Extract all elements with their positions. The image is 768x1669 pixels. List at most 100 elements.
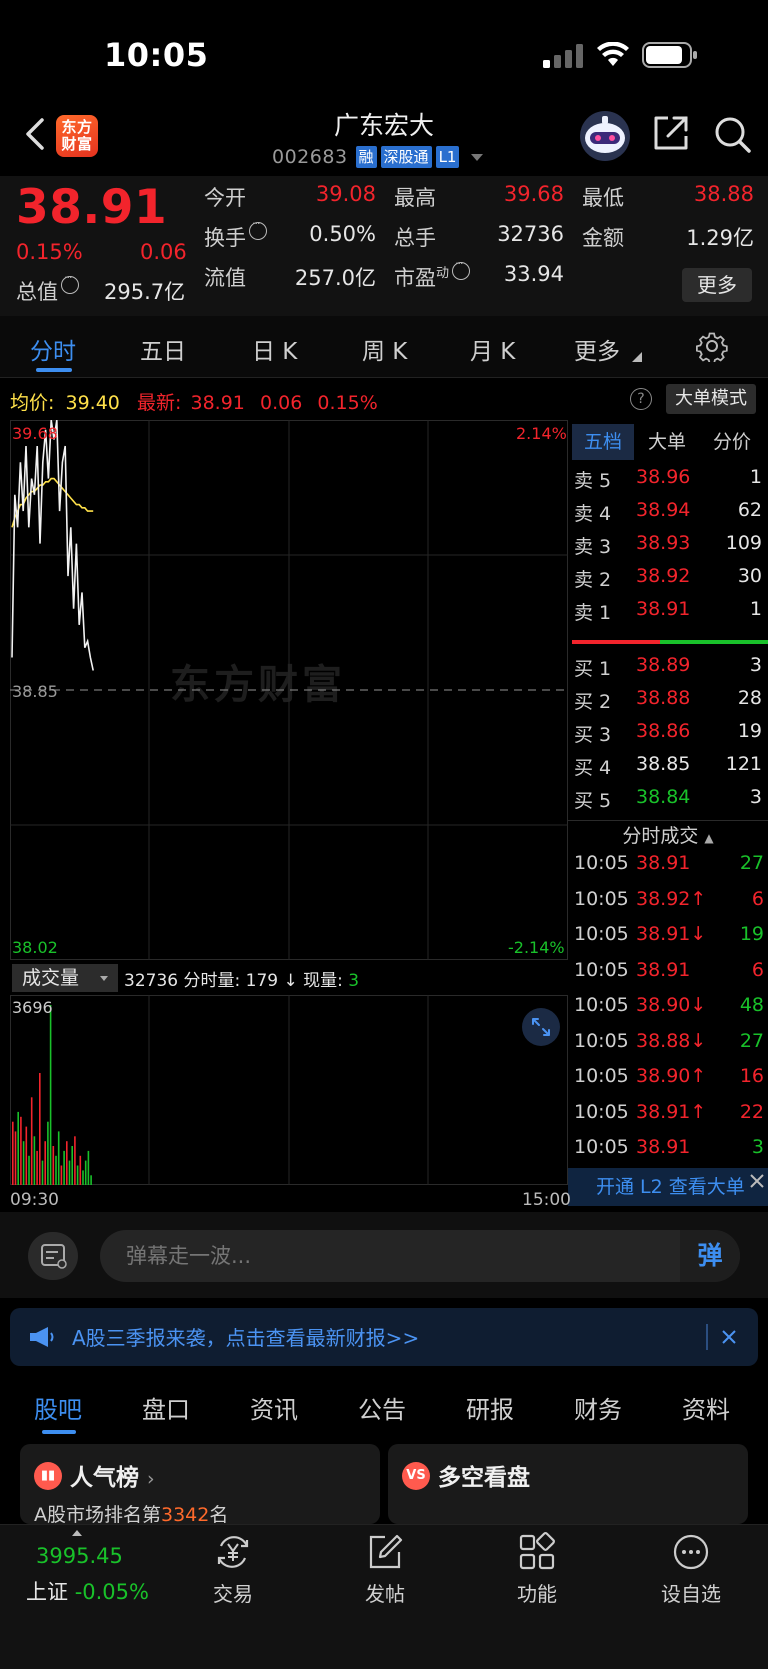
ask-price: 38.91 bbox=[636, 598, 691, 620]
volume-bar bbox=[33, 1136, 36, 1185]
tab-more[interactable]: 更多 bbox=[574, 332, 620, 366]
tick-direction-arrow: ↑ bbox=[690, 1100, 707, 1123]
tab-weekly-k[interactable]: 周 K bbox=[362, 332, 407, 366]
volume-axis-max: 3696 bbox=[12, 998, 53, 1017]
tab-five-levels[interactable]: 五档 bbox=[572, 424, 634, 460]
search-icon[interactable] bbox=[712, 114, 752, 154]
bid-level-row[interactable]: 买 2 38.88 28 bbox=[572, 687, 762, 720]
chevron-down-icon[interactable] bbox=[471, 153, 484, 161]
latest-change: 0.06 bbox=[260, 392, 303, 414]
market-cap-label[interactable]: 总值 bbox=[16, 271, 79, 306]
share-icon[interactable] bbox=[652, 114, 690, 152]
nav-features[interactable]: 功能 bbox=[492, 1532, 582, 1607]
volume-total: 32736 bbox=[124, 971, 179, 991]
ask-price: 38.94 bbox=[636, 499, 691, 521]
turnover-label[interactable]: 换手 bbox=[204, 217, 267, 252]
danmaku-input[interactable] bbox=[100, 1230, 740, 1282]
tick-volume: 3 bbox=[751, 1136, 764, 1158]
ask-level-row[interactable]: 卖 1 38.91 1 bbox=[572, 598, 762, 631]
pe-label-text: 市盈 bbox=[394, 266, 436, 290]
stock-header: 东方 财富 广东宏大 002683 融 深股通 L1 bbox=[0, 100, 768, 176]
tab-intraday[interactable]: 分时 bbox=[30, 332, 76, 366]
tab-news[interactable]: 资讯 bbox=[250, 1390, 298, 1425]
ask-level-row[interactable]: 卖 2 38.92 30 bbox=[572, 565, 762, 598]
trade-yen-icon bbox=[217, 1536, 249, 1568]
l2-upgrade-banner[interactable]: 开通 L2 查看大单 bbox=[568, 1168, 768, 1206]
ask-level-row[interactable]: 卖 4 38.94 62 bbox=[572, 499, 762, 532]
bid-level-row[interactable]: 买 5 38.84 3 bbox=[572, 786, 762, 819]
volume-chart[interactable] bbox=[10, 995, 568, 1185]
index-value[interactable]: 3995.45 bbox=[36, 1544, 123, 1568]
volume-bar bbox=[12, 1121, 14, 1185]
tab-announcements[interactable]: 公告 bbox=[358, 1390, 406, 1425]
tick-price: 38.91↑ bbox=[636, 1101, 706, 1123]
amount-label: 金额 bbox=[582, 226, 624, 250]
tab-big-orders[interactable]: 大单 bbox=[636, 424, 698, 460]
tab-profile[interactable]: 资料 bbox=[682, 1390, 730, 1425]
active-tab-indicator bbox=[42, 1430, 76, 1434]
tick-row: 10:05 38.91 3 bbox=[574, 1136, 764, 1172]
tab-daily-k[interactable]: 日 K bbox=[252, 332, 297, 366]
current-volume: 3 bbox=[348, 971, 360, 991]
tab-monthly-k[interactable]: 月 K bbox=[470, 332, 515, 366]
volume-bar bbox=[57, 1131, 60, 1185]
turnover-value: 0.50% bbox=[309, 222, 376, 246]
gear-icon[interactable] bbox=[696, 330, 728, 362]
bid-level-row[interactable]: 买 4 38.85 121 bbox=[572, 753, 762, 786]
stock-code-row[interactable]: 002683 融 深股通 L1 bbox=[272, 144, 484, 170]
nav-trade[interactable]: 交易 bbox=[188, 1532, 278, 1607]
tab-five-day[interactable]: 五日 bbox=[140, 332, 186, 366]
shenzhen-connect-tag: 深股通 bbox=[380, 146, 432, 168]
index-name-change[interactable]: 上证 -0.05% bbox=[26, 1576, 149, 1606]
bid-price: 38.89 bbox=[636, 654, 691, 676]
last-price: 38.91 bbox=[16, 180, 168, 235]
tick-time: 10:05 bbox=[574, 1136, 629, 1158]
ask-strength-bar bbox=[572, 640, 660, 644]
close-icon[interactable] bbox=[720, 1328, 738, 1346]
nav-watchlist[interactable]: 设自选 bbox=[646, 1532, 736, 1607]
nav-post[interactable]: 发帖 bbox=[340, 1532, 430, 1607]
nav-watchlist-label: 设自选 bbox=[661, 1582, 721, 1606]
rank-suffix: 名 bbox=[209, 1504, 229, 1524]
bid-level-row[interactable]: 买 1 38.89 3 bbox=[572, 654, 762, 687]
ask-level-row[interactable]: 卖 5 38.96 1 bbox=[572, 466, 762, 499]
intraday-chart[interactable] bbox=[10, 420, 568, 960]
help-icon[interactable]: ? bbox=[630, 388, 652, 410]
bid-level-row[interactable]: 买 3 38.86 19 bbox=[572, 720, 762, 753]
danmaku-send-button[interactable]: 弹 bbox=[680, 1230, 740, 1282]
tab-research[interactable]: 研报 bbox=[466, 1390, 514, 1425]
tab-price-distribution[interactable]: 分价 bbox=[700, 424, 764, 460]
big-order-mode-button[interactable]: 大单模式 bbox=[666, 384, 756, 414]
ticks-header[interactable]: 分时成交 ▲ bbox=[568, 820, 768, 850]
more-button[interactable]: 更多 bbox=[682, 268, 752, 302]
ask-level-row[interactable]: 卖 3 38.93 109 bbox=[572, 532, 762, 565]
popularity-card[interactable]: ▮▮ 人气榜 › A股市场排名第3342名 bbox=[20, 1444, 380, 1524]
tab-financials[interactable]: 财务 bbox=[574, 1390, 622, 1425]
expand-icon[interactable] bbox=[522, 1008, 560, 1046]
tick-price-value: 38.91 bbox=[636, 1136, 691, 1158]
chart-grid bbox=[10, 420, 568, 960]
minute-volume-label: 分时量: bbox=[183, 971, 241, 991]
volume-bar bbox=[14, 1131, 17, 1185]
market-cap-value: 295.7亿 bbox=[104, 280, 186, 304]
tick-price-value: 38.88 bbox=[636, 1029, 691, 1052]
low-label: 最低 bbox=[582, 186, 624, 210]
volume-bar bbox=[49, 1005, 52, 1185]
volume-bar bbox=[47, 1121, 49, 1185]
open-value: 39.08 bbox=[315, 182, 376, 206]
amount-value: 1.29亿 bbox=[686, 226, 754, 250]
tab-order-book[interactable]: 盘口 bbox=[142, 1390, 190, 1425]
close-icon[interactable] bbox=[748, 1172, 766, 1190]
tab-forum[interactable]: 股吧 bbox=[34, 1390, 82, 1425]
bid-volume: 19 bbox=[737, 720, 762, 742]
pe-label[interactable]: 市盈动 bbox=[394, 257, 471, 292]
tick-volume: 6 bbox=[751, 958, 764, 981]
megaphone-icon bbox=[30, 1327, 54, 1347]
announcement-text[interactable]: A股三季报来袭，点击查看最新财报>> bbox=[72, 1322, 419, 1351]
danmaku-settings-icon[interactable] bbox=[28, 1232, 78, 1280]
tick-price-value: 38.91 bbox=[636, 1100, 691, 1123]
tick-volume: 16 bbox=[739, 1065, 764, 1087]
chevron-up-icon: ▲ bbox=[704, 831, 714, 845]
robot-assistant-icon[interactable] bbox=[578, 110, 632, 162]
bull-bear-card[interactable]: VS 多空看盘 bbox=[388, 1444, 748, 1524]
